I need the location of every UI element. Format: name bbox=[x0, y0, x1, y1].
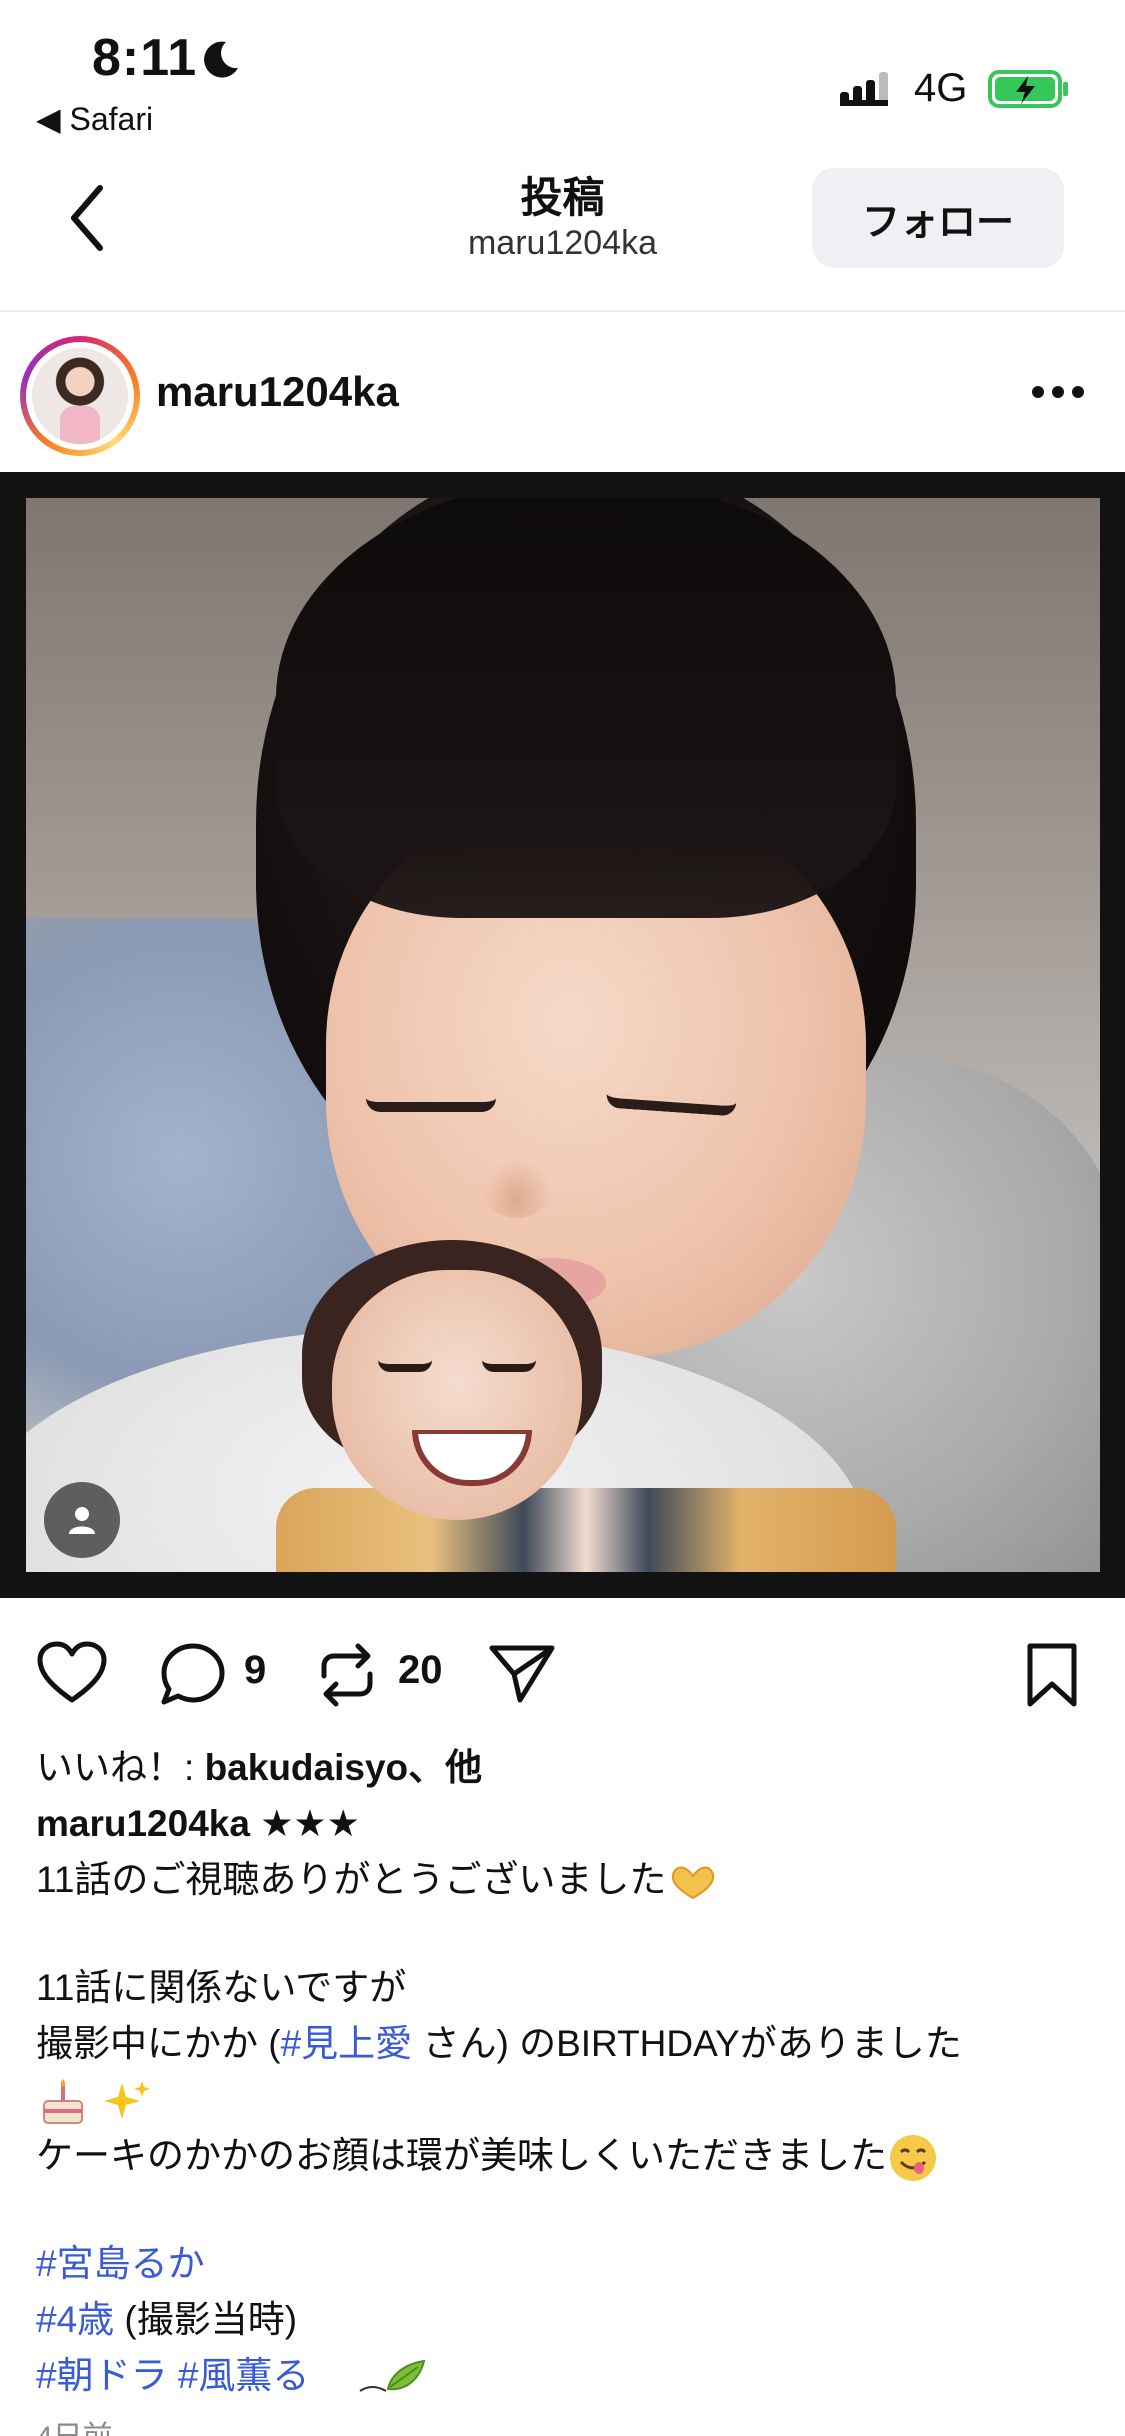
share-icon[interactable] bbox=[486, 1640, 558, 1706]
hashtag-link[interactable]: #4歳 bbox=[36, 2299, 114, 2340]
repost-count: 20 bbox=[398, 1648, 443, 1692]
bookmark-icon[interactable] bbox=[1022, 1640, 1082, 1710]
network-type: 4G bbox=[914, 66, 968, 110]
signal-icon bbox=[840, 72, 888, 106]
repost-icon[interactable] bbox=[312, 1640, 382, 1710]
avatar bbox=[32, 348, 128, 444]
comment-count: 9 bbox=[244, 1648, 267, 1692]
heart-hands-emoji-icon bbox=[672, 1866, 715, 1900]
tagged-user-icon[interactable] bbox=[44, 1482, 120, 1558]
hashtag-link[interactable]: #朝ドラ bbox=[36, 2355, 168, 2396]
yum-face-emoji-icon bbox=[890, 2135, 936, 2182]
caption-line-3: 撮影中にかか (#見上愛 さん) のBIRTHDAYがありました bbox=[36, 2023, 962, 2064]
caption-emoji-line bbox=[36, 2072, 1096, 2128]
back-to-safari-link[interactable]: ◀ Safari bbox=[36, 100, 153, 138]
post-caption: いいね！: bakudaisyo、他 maru1204ka ★★★ 11話のご視… bbox=[36, 1740, 1096, 2436]
caption-author[interactable]: maru1204ka bbox=[36, 1803, 250, 1844]
hashtag-link[interactable]: #見上愛 bbox=[281, 2023, 413, 2064]
post-photo-frame bbox=[0, 472, 1125, 1598]
caption-line-4: ケーキのかかのお顔は環が美味しくいただきました bbox=[36, 2128, 1096, 2184]
moon-icon bbox=[204, 41, 238, 78]
battery-charging-icon bbox=[988, 70, 1068, 108]
post-header: maru1204ka bbox=[0, 312, 1125, 472]
caption-line-1: 11話のご視聴ありがとうございました bbox=[36, 1852, 1096, 1908]
hashtag-link[interactable]: #宮島るか bbox=[36, 2243, 205, 2284]
comment-icon[interactable] bbox=[158, 1640, 228, 1710]
hashtag-link[interactable]: #風薫る bbox=[178, 2355, 310, 2396]
star-rating: ★★★ bbox=[260, 1803, 360, 1844]
caption-author-line: maru1204ka ★★★ bbox=[36, 1796, 1096, 1852]
status-time: 8:11 bbox=[92, 29, 198, 87]
status-bar: 8:11 ◀ Safari 4G bbox=[0, 0, 1125, 150]
caption-line-2: 11話に関係ないですが bbox=[36, 1967, 407, 2008]
more-horizontal-icon[interactable] bbox=[1030, 384, 1086, 400]
leaf-wind-emoji-icon bbox=[359, 2360, 426, 2393]
birthday-cake-emoji-icon bbox=[43, 2079, 83, 2125]
sparkles-emoji-icon bbox=[104, 2081, 151, 2120]
post-time-ago: 4日前 bbox=[36, 2410, 1096, 2436]
follow-button[interactable]: フォロー bbox=[812, 168, 1064, 268]
action-bar: 9 20 bbox=[0, 1598, 1125, 1748]
post-photo[interactable] bbox=[26, 498, 1100, 1572]
nav-header: 投稿 maru1204ka フォロー bbox=[0, 150, 1125, 312]
heart-icon[interactable] bbox=[36, 1640, 108, 1706]
likes-line[interactable]: いいね！: bakudaisyo、他 bbox=[36, 1740, 1096, 1796]
post-username[interactable]: maru1204ka bbox=[156, 368, 399, 416]
story-ring[interactable] bbox=[20, 336, 140, 456]
